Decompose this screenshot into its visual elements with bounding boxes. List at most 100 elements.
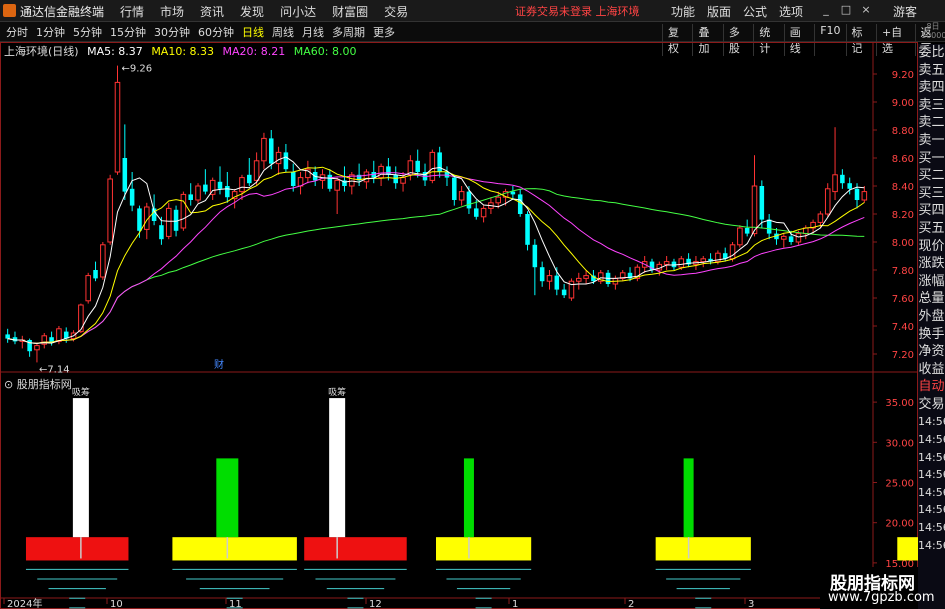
period-tab-10[interactable]: 更多 (369, 24, 399, 40)
quote-label-8: 买三 (918, 185, 945, 201)
candle-body-up (576, 277, 582, 282)
period-tab-9[interactable]: 多周期 (328, 24, 369, 40)
candle-body-up (180, 193, 187, 229)
menu-item-quotes[interactable]: 行情 (112, 3, 152, 20)
quote-label-9: 买四 (918, 203, 945, 219)
corner-label-bottom: 10000 (921, 31, 945, 40)
menu-item-discover[interactable]: 发现 (232, 3, 272, 20)
candle-body-up (737, 227, 743, 246)
signal-label: 吸筹 (328, 386, 346, 398)
tick-time-1: 14:56 (918, 433, 945, 447)
candle-body-down (217, 181, 223, 189)
y-tick-label: 8.00 (892, 238, 914, 249)
y-tick-label: 8.60 (892, 154, 914, 165)
period-tab-3[interactable]: 15分钟 (106, 24, 150, 40)
ind-y-tick-label: 20.00 (885, 519, 914, 530)
candle-body-up (253, 160, 260, 181)
x-tick-label: 12 (369, 599, 382, 609)
chevron-down-icon[interactable]: ⊙ (4, 378, 13, 391)
maximize-icon[interactable]: □ (838, 2, 854, 18)
quote-label-11: 现价 (918, 238, 945, 254)
quote-label-14: 总量 (918, 291, 945, 307)
candle-body-down (554, 275, 560, 290)
quote-bottom-label-1[interactable]: 交易 (918, 396, 945, 414)
menu-item-trade[interactable]: 交易 (376, 3, 416, 20)
quote-label-10: 买五 (918, 220, 945, 236)
y-tick-label: 8.80 (892, 126, 914, 137)
y-tick-label: 7.40 (892, 322, 914, 333)
period-toolbar: 分时 1分钟 5分钟 15分钟 30分钟 60分钟 日线 周线 月线 多周期 更多 复权 叠加 多股… (0, 22, 945, 56)
indicator-block-yellow (897, 537, 918, 561)
tick-time-6: 14:56 (918, 521, 945, 535)
candle-body-up (400, 177, 406, 184)
candle-body-down (386, 166, 391, 175)
candle-body-down (766, 219, 772, 234)
period-tab-0[interactable]: 分时 (2, 24, 32, 40)
quote-label-2: 卖四 (918, 80, 945, 96)
quote-label-1: 卖五 (918, 62, 945, 78)
y-tick-label: 9.20 (892, 70, 914, 81)
ma60-line (7, 188, 865, 344)
menu-item-wealth[interactable]: 财富圈 (324, 3, 376, 20)
menu-item-options[interactable]: 选项 (773, 3, 809, 20)
quote-label-12: 涨跌 (918, 256, 945, 272)
x-tick-label: 10 (110, 599, 123, 609)
candle-body-up (663, 261, 670, 265)
menu-item-market[interactable]: 市场 (152, 3, 192, 20)
candle-body-up (275, 151, 282, 165)
period-tab-5[interactable]: 60分钟 (194, 24, 238, 40)
candle-body-down (93, 270, 98, 279)
tick-time-7: 14:56 (918, 538, 945, 552)
candle-body-up (100, 244, 106, 278)
period-tab-1[interactable]: 1分钟 (32, 24, 69, 40)
candle-body-down (137, 208, 142, 231)
candle-body-up (781, 235, 787, 240)
candle-body-down (203, 184, 208, 192)
menu-item-formula[interactable]: 公式 (737, 3, 773, 20)
menu-item-ask[interactable]: 问小达 (272, 3, 324, 20)
watermark-url: www.7gpzb.com (828, 590, 935, 605)
candle-body-down (517, 194, 523, 214)
menu-item-layout[interactable]: 版面 (701, 3, 737, 20)
period-tab-4[interactable]: 30分钟 (150, 24, 194, 40)
period-tab-2[interactable]: 5分钟 (69, 24, 106, 40)
period-tab-6[interactable]: 日线 (238, 24, 268, 40)
menu-item-news[interactable]: 资讯 (192, 3, 232, 20)
candle-body-up (495, 196, 502, 204)
menu-item-function[interactable]: 功能 (665, 3, 701, 20)
ind-y-tick-label: 25.00 (885, 479, 914, 490)
indicator-block-yellow (436, 537, 532, 561)
quote-bottom-label-0[interactable]: 自动 (918, 378, 945, 396)
candle-body-down (5, 334, 10, 339)
period-tab-8[interactable]: 月线 (298, 24, 328, 40)
guest-login[interactable]: 游客 (893, 3, 917, 20)
candle-body-down (437, 152, 442, 172)
candle-body-up (817, 213, 824, 223)
quote-label-5: 卖一 (918, 132, 945, 148)
finance-marker: 财 (214, 358, 224, 371)
quote-label-6: 买一 (918, 150, 945, 166)
candle-body-down (532, 244, 538, 268)
quote-label-16: 换手 (918, 326, 945, 342)
candle-body-up (583, 275, 589, 279)
indicator-name[interactable]: 股朋指标网 (17, 378, 72, 391)
right-menu: 功能 版面 公式 选项 (665, 3, 809, 20)
candle-body-down (510, 191, 516, 195)
period-tab-7[interactable]: 周线 (268, 24, 298, 40)
candle-body-up (107, 178, 113, 243)
candle-body-up (832, 174, 838, 193)
ind-y-tick-label: 30.00 (885, 438, 914, 449)
stock-name[interactable]: 上海环境(日线) (4, 45, 79, 58)
minimize-icon[interactable]: _ (818, 2, 834, 18)
candle-body-down (452, 177, 457, 200)
indicator-info: ⊙ 股朋指标网 (4, 376, 72, 392)
kline-chart[interactable]: 9.20 9.00 8.80 8.60 8.40 8.20 8.00 7.80 7.60 7.40… (0, 42, 918, 609)
candle-body-down (188, 194, 193, 200)
candle-body-down (474, 208, 479, 217)
candle-body-up (751, 185, 758, 235)
login-status[interactable]: 证券交易未登录 上海环境 (515, 3, 640, 19)
candle-body-down (759, 186, 765, 220)
y-tick-label: 8.20 (892, 210, 914, 221)
close-icon[interactable]: × (858, 2, 874, 18)
candle-body-up (334, 179, 340, 191)
